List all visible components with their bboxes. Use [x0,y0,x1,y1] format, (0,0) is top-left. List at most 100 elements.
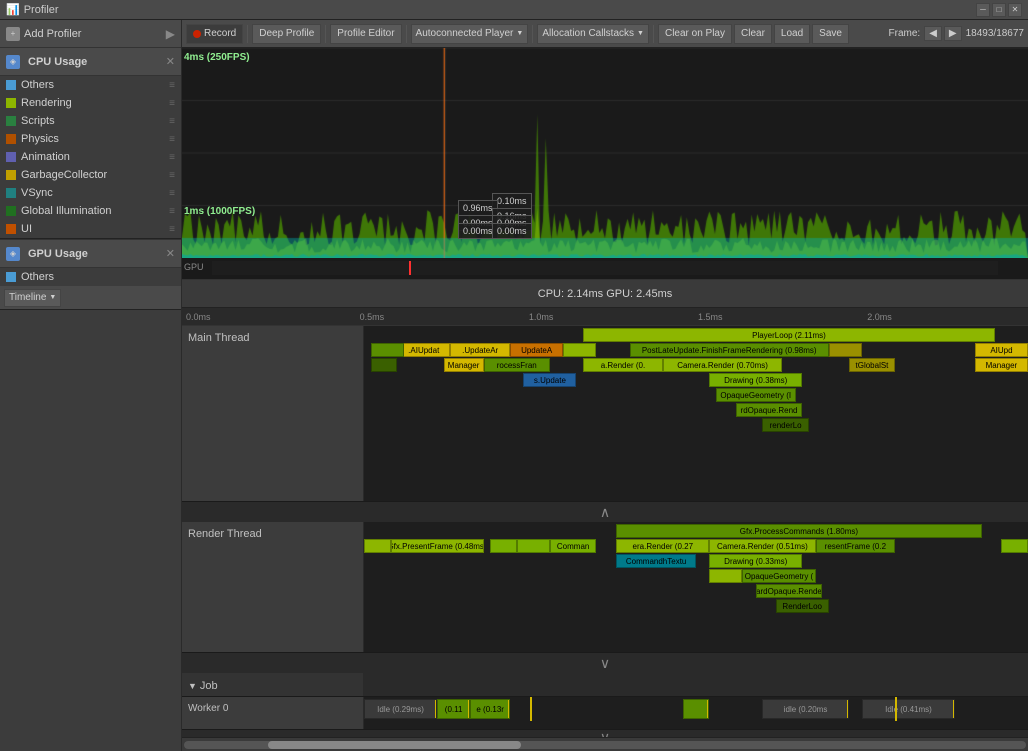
next-frame-btn[interactable]: ▶ [944,26,962,41]
legend-color-dot [6,80,16,90]
toolbar-sep-2 [325,25,326,43]
render-thread-content[interactable]: Gfx.ProcessCommands (1.80ms) Gfx.PresentF… [364,522,1028,652]
thread-bar[interactable]: rdOpaque.Rend [736,403,802,417]
legend-item-settings[interactable]: ≡ [169,206,175,217]
thread-bar[interactable]: ardOpaque.Rende [756,584,822,598]
ruler-mark-0: 0.0ms [186,308,211,325]
thread-bar[interactable]: Manager [444,358,484,372]
thread-bar[interactable]: OpaqueGeometry (I [716,388,796,402]
connected-player-dropdown[interactable]: Autoconnected Player [411,24,529,44]
ruler-mark-3: 1.5ms [698,308,723,325]
horizontal-scrollbar[interactable] [182,737,1028,751]
thread-bar[interactable]: Camera.Render (0.51ms) [709,539,815,553]
thread-bar[interactable]: CommandhTextu [616,554,696,568]
thread-bar[interactable]: Manager [975,358,1028,372]
worker-bar[interactable]: Idle (0.41ms) [862,699,955,719]
thread-bar[interactable]: resentFrame (0.2 [816,539,896,553]
cpu-legend-item[interactable]: VSync≡ [0,184,181,202]
gpu-legend-item[interactable]: Others [0,268,181,286]
thread-bar[interactable] [563,343,596,357]
cpu-legend: Others≡Rendering≡Scripts≡Physics≡Animati… [0,76,181,238]
save-btn[interactable]: Save [812,24,849,44]
thread-bar[interactable] [371,343,404,357]
timeline-dropdown[interactable]: Timeline [4,289,61,307]
main-thread-collapse[interactable]: ∧ [182,502,1028,522]
thread-bar[interactable]: PostLateUpdate.FinishFrameRendering (0.9… [630,343,829,357]
legend-item-settings[interactable]: ≡ [169,170,175,181]
cpu-legend-item[interactable]: Others≡ [0,76,181,94]
legend-item-settings[interactable]: ≡ [169,98,175,109]
thread-bar[interactable] [517,539,550,553]
cpu-legend-item[interactable]: Rendering≡ [0,94,181,112]
job-section-bar [364,673,1028,696]
thread-bar[interactable]: s.Update [523,373,576,387]
thread-bar[interactable]: PlayerLoop (2.11ms) [583,328,995,342]
worker-bar[interactable] [683,699,710,719]
sidebar-close-icon[interactable]: ▶ [166,27,175,41]
thread-bar[interactable]: OpaqueGeometry ( [742,569,815,583]
worker0-expand[interactable]: ∨ [182,730,1028,737]
thread-bar[interactable] [364,539,391,553]
thread-bar[interactable] [1001,539,1028,553]
thread-bar[interactable]: renderLo [762,418,808,432]
load-btn[interactable]: Load [774,24,810,44]
deep-profile-btn[interactable]: Deep Profile [252,24,321,44]
cpu-legend-item[interactable]: Scripts≡ [0,112,181,130]
thread-bar[interactable]: Camera.Render (0.70ms) [663,358,783,372]
worker0-content[interactable]: Idle (0.29ms)(0.11e (0.13r idle (0.20ms Id… [364,697,1028,729]
thread-bar[interactable]: RenderLoo [776,599,829,613]
frame-info: Frame: ◀ ▶ 18493/18677 [889,26,1024,41]
worker-bar[interactable]: idle (0.20ms [762,699,848,719]
thread-bar[interactable]: AIUpd [975,343,1028,357]
thread-bar[interactable]: era.Render (0.27 [616,539,709,553]
cpu-legend-item[interactable]: Global Illumination≡ [0,202,181,220]
thread-bar[interactable]: Comman [550,539,596,553]
maximize-btn[interactable]: □ [992,3,1006,17]
frame-numbers: 18493/18677 [966,28,1024,39]
thread-bar[interactable]: Drawing (0.38ms) [709,373,802,387]
legend-item-settings[interactable]: ≡ [169,224,175,235]
prev-frame-btn[interactable]: ◀ [924,26,942,41]
allocation-callstacks-dropdown[interactable]: Allocation Callstacks [537,24,649,44]
close-btn[interactable]: ✕ [1008,3,1022,17]
record-btn[interactable]: Record [186,24,243,44]
thread-bar[interactable]: tGlobalSt [849,358,895,372]
cpu-legend-item[interactable]: Physics≡ [0,130,181,148]
thread-bar[interactable]: Gfx.ProcessCommands (1.80ms) [616,524,981,538]
legend-item-settings[interactable]: ≡ [169,116,175,127]
cpu-section-close[interactable]: ✕ [166,55,175,68]
thread-bar[interactable] [829,343,862,357]
legend-item-settings[interactable]: ≡ [169,134,175,145]
thread-bar[interactable]: rocessFran [484,358,550,372]
hscroll-thumb[interactable] [268,741,521,749]
clear-on-play-btn[interactable]: Clear on Play [658,24,732,44]
worker-bar[interactable]: (0.11 [437,699,470,719]
cpu-legend-item[interactable]: GarbageCollector≡ [0,166,181,184]
clear-btn[interactable]: Clear [734,24,772,44]
worker-bar[interactable]: Idle (0.29ms) [364,699,437,719]
thread-bar[interactable]: .UpdateAr [450,343,510,357]
hscroll-track[interactable] [184,741,1026,749]
minimize-btn[interactable]: ─ [976,3,990,17]
thread-bar[interactable]: Drawing (0.33ms) [709,554,802,568]
job-collapse-icon[interactable]: ▼ [188,681,197,691]
legend-item-settings[interactable]: ≡ [169,152,175,163]
thread-bar[interactable]: .AIUpdat [397,343,450,357]
gpu-section-close[interactable]: ✕ [166,247,175,260]
thread-bar[interactable]: a.Render (0. [583,358,663,372]
thread-bar[interactable] [371,358,398,372]
cpu-legend-item[interactable]: UI ≡ [0,220,181,238]
thread-bar[interactable] [490,539,517,553]
thread-bar[interactable]: Gfx.PresentFrame (0.48ms) [391,539,484,553]
thread-bar[interactable] [709,569,742,583]
main-thread-content[interactable]: PlayerLoop (2.11ms) .AIUpdat.UpdateArUpda… [364,326,1028,501]
thread-bar[interactable]: UpdateA [510,343,563,357]
render-thread-collapse[interactable]: ∨ [182,653,1028,673]
legend-label-text: UI [21,223,32,235]
profile-editor-btn[interactable]: Profile Editor [330,24,401,44]
worker-bar[interactable]: e (0.13r [470,699,510,719]
add-profiler-btn[interactable]: Add Profiler [24,28,81,40]
cpu-legend-item[interactable]: Animation≡ [0,148,181,166]
legend-item-settings[interactable]: ≡ [169,188,175,199]
legend-item-settings[interactable]: ≡ [169,80,175,91]
